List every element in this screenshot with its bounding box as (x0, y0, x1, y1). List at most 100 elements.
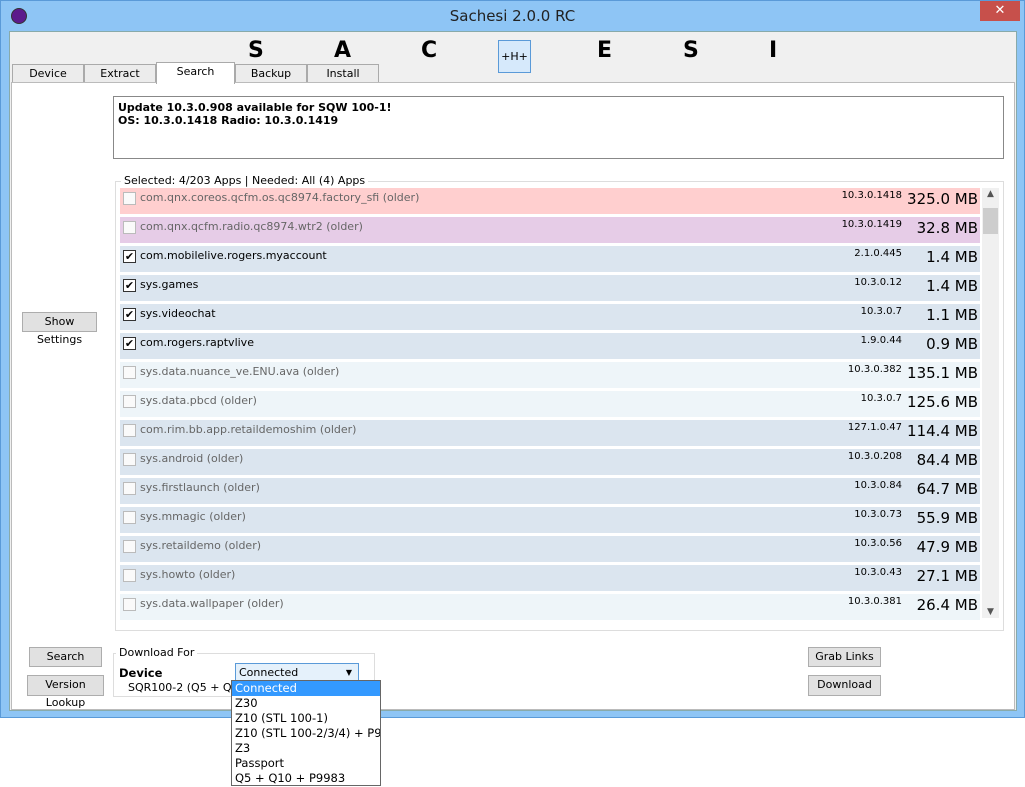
app-row[interactable]: sys.android (older) 10.3.0.208 84.4 MB (120, 449, 980, 475)
app-checkbox[interactable] (123, 511, 136, 524)
tab-device[interactable]: Device (12, 64, 84, 83)
app-checkbox[interactable]: ✔ (123, 279, 136, 292)
scroll-up-icon[interactable]: ▲ (982, 189, 999, 199)
scroll-down-icon[interactable]: ▼ (982, 607, 999, 617)
h-button[interactable]: +H+ (498, 40, 531, 73)
apps-group: Selected: 4/203 Apps | Needed: All (4) A… (115, 174, 1004, 631)
apps-group-label: Selected: 4/203 Apps | Needed: All (4) A… (121, 174, 369, 187)
app-checkbox[interactable]: ✔ (123, 308, 136, 321)
app-row[interactable]: com.qnx.qcfm.radio.qc8974.wtr2 (older) 1… (120, 217, 980, 243)
download-for-label: Download For (116, 646, 198, 659)
app-row[interactable]: sys.mmagic (older) 10.3.0.73 55.9 MB (120, 507, 980, 533)
app-row[interactable]: sys.data.wallpaper (older) 10.3.0.381 26… (120, 594, 980, 620)
app-name: sys.retaildemo (older) (140, 539, 262, 552)
app-size: 135.1 MB (907, 364, 978, 382)
scrollbar[interactable]: ▲ ▼ (982, 188, 999, 618)
update-notes: Update 10.3.0.908 available for SQW 100-… (113, 96, 1004, 159)
tab-extract[interactable]: Extract (84, 64, 156, 83)
app-checkbox[interactable] (123, 540, 136, 553)
close-button[interactable]: ✕ (980, 1, 1020, 21)
app-checkbox[interactable] (123, 424, 136, 437)
app-name: sys.games (140, 278, 199, 291)
dropdown-option[interactable]: Passport (232, 756, 380, 771)
app-name: com.rogers.raptvlive (140, 336, 254, 349)
app-version: 10.3.0.7 (860, 306, 902, 317)
banner-letter: S (248, 38, 264, 63)
tab-search[interactable]: Search (156, 62, 235, 84)
app-checkbox[interactable]: ✔ (123, 250, 136, 263)
app-version: 1.9.0.44 (860, 335, 902, 346)
dropdown-option[interactable]: Z10 (STL 100-2/3/4) + P9982 (232, 726, 380, 741)
app-name: sys.data.wallpaper (older) (140, 597, 284, 610)
app-version: 10.3.0.1419 (841, 219, 902, 230)
banner-letter: S (683, 38, 699, 63)
device-value: SQR100-2 (Q5 + Q10 (128, 681, 234, 694)
app-size: 0.9 MB (926, 335, 978, 353)
app-row[interactable]: ✔ com.rogers.raptvlive 1.9.0.44 0.9 MB (120, 333, 980, 359)
app-row[interactable]: com.rim.bb.app.retaildemoshim (older) 12… (120, 420, 980, 446)
app-name: com.qnx.qcfm.radio.qc8974.wtr2 (older) (140, 220, 363, 233)
search-button[interactable]: Search (29, 647, 102, 667)
app-row[interactable]: sys.firstlaunch (older) 10.3.0.84 64.7 M… (120, 478, 980, 504)
tab-backup[interactable]: Backup (235, 64, 307, 83)
banner-letter: I (769, 38, 778, 63)
app-checkbox[interactable]: ✔ (123, 337, 136, 350)
app-name: com.rim.bb.app.retaildemoshim (older) (140, 423, 357, 436)
app-name: sys.videochat (140, 307, 216, 320)
dropdown-option[interactable]: Connected (232, 681, 380, 696)
show-settings-button[interactable]: Show Settings (22, 312, 97, 346)
app-version: 10.3.0.73 (854, 509, 902, 520)
app-size: 325.0 MB (907, 190, 978, 208)
app-row[interactable]: ✔ sys.games 10.3.0.12 1.4 MB (120, 275, 980, 301)
app-row[interactable]: ✔ sys.videochat 10.3.0.7 1.1 MB (120, 304, 980, 330)
window-title: Sachesi 2.0.0 RC (449, 7, 576, 25)
app-row[interactable]: ✔ com.mobilelive.rogers.myaccount 2.1.0.… (120, 246, 980, 272)
app-name: sys.firstlaunch (older) (140, 481, 260, 494)
update-line: Update 10.3.0.908 available for SQW 100-… (118, 101, 392, 114)
app-name: sys.howto (older) (140, 568, 236, 581)
app-version: 2.1.0.445 (854, 248, 902, 259)
app-row[interactable]: sys.data.pbcd (older) 10.3.0.7 125.6 MB (120, 391, 980, 417)
app-size: 1.4 MB (926, 277, 978, 295)
version-lookup-button[interactable]: Version Lookup (27, 675, 104, 709)
app-checkbox[interactable] (123, 192, 136, 205)
app-checkbox[interactable] (123, 598, 136, 611)
app-name: sys.data.pbcd (older) (140, 394, 257, 407)
search-panel: Update 10.3.0.908 available for SQW 100-… (11, 82, 1015, 710)
app-row[interactable]: sys.howto (older) 10.3.0.43 27.1 MB (120, 565, 980, 591)
client-area: S A C +H+ E S I Device Extract Search Ba… (9, 31, 1017, 711)
app-checkbox[interactable] (123, 366, 136, 379)
dropdown-option[interactable]: Z3 (232, 741, 380, 756)
os-radio-line: OS: 10.3.0.1418 Radio: 10.3.0.1419 (118, 114, 339, 127)
app-name: com.mobilelive.rogers.myaccount (140, 249, 327, 262)
device-label: Device (119, 666, 163, 680)
scroll-thumb[interactable] (983, 208, 998, 234)
device-dropdown-list[interactable]: Connected Z30 Z10 (STL 100-1) Z10 (STL 100-… (231, 680, 381, 786)
dropdown-option[interactable]: Q5 + Q10 + P9983 (232, 771, 380, 786)
app-checkbox[interactable] (123, 453, 136, 466)
app-name: sys.data.nuance_ve.ENU.ava (older) (140, 365, 340, 378)
app-checkbox[interactable] (123, 221, 136, 234)
app-checkbox[interactable] (123, 569, 136, 582)
app-list[interactable]: com.qnx.coreos.qcfm.os.qc8974.factory_sf… (120, 188, 980, 624)
app-version: 10.3.0.12 (854, 277, 902, 288)
app-version: 127.1.0.47 (847, 422, 902, 433)
app-checkbox[interactable] (123, 482, 136, 495)
combo-value: Connected (239, 666, 299, 679)
app-row[interactable]: com.qnx.coreos.qcfm.os.qc8974.factory_sf… (120, 188, 980, 214)
app-checkbox[interactable] (123, 395, 136, 408)
tab-install[interactable]: Install (307, 64, 379, 83)
app-row[interactable]: sys.retaildemo (older) 10.3.0.56 47.9 MB (120, 536, 980, 562)
app-name: sys.android (older) (140, 452, 244, 465)
app-version: 10.3.0.382 (847, 364, 902, 375)
banner-letter: E (597, 38, 613, 63)
app-row[interactable]: sys.data.nuance_ve.ENU.ava (older) 10.3.… (120, 362, 980, 388)
dropdown-option[interactable]: Z10 (STL 100-1) (232, 711, 380, 726)
app-size: 26.4 MB (916, 596, 978, 614)
banner-letter: A (334, 38, 352, 63)
download-button[interactable]: Download (808, 675, 881, 696)
app-version: 10.3.0.381 (847, 596, 902, 607)
app-name: sys.mmagic (older) (140, 510, 246, 523)
grab-links-button[interactable]: Grab Links (808, 647, 881, 667)
dropdown-option[interactable]: Z30 (232, 696, 380, 711)
